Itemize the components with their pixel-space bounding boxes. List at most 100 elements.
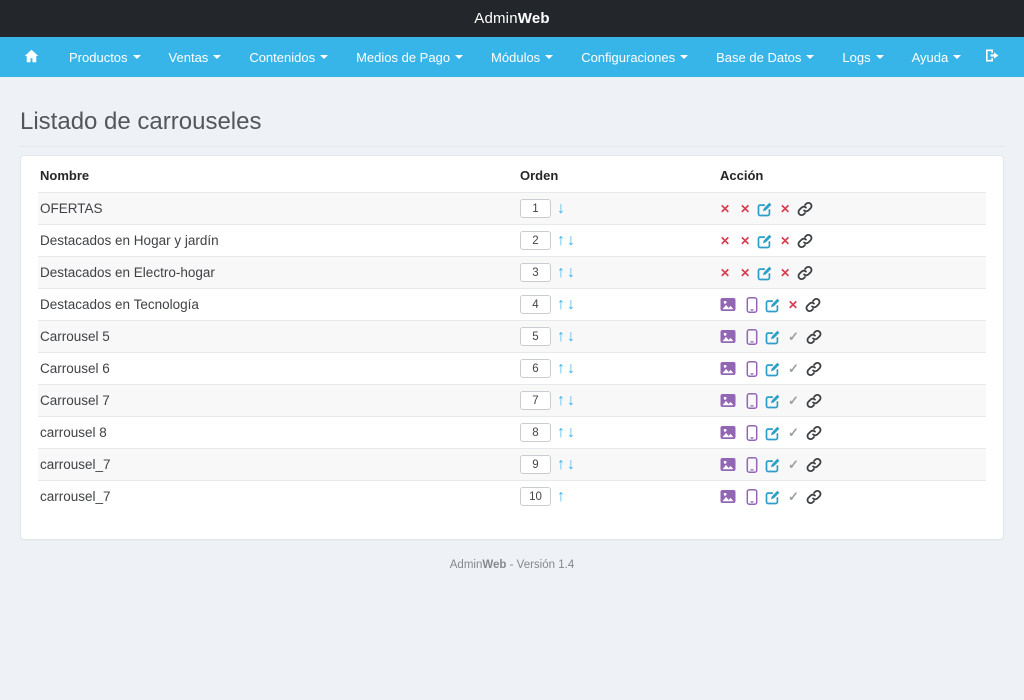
link-icon[interactable] <box>805 297 821 313</box>
order-input[interactable] <box>520 327 551 346</box>
table-row: Destacados en Tecnología↑↓✕ <box>38 289 986 321</box>
image-icon[interactable] <box>720 425 736 440</box>
link-icon[interactable] <box>797 201 813 217</box>
check-icon[interactable]: ✓ <box>788 458 799 471</box>
delete-icon[interactable]: ✕ <box>788 299 798 311</box>
logout-icon <box>984 48 1000 66</box>
link-icon[interactable] <box>806 425 822 441</box>
check-icon[interactable]: ✓ <box>788 490 799 503</box>
nav-item-productos[interactable]: Productos <box>55 37 155 77</box>
mobile-icon[interactable] <box>746 425 758 441</box>
order-input[interactable] <box>520 391 551 410</box>
order-input[interactable] <box>520 423 551 442</box>
order-input[interactable] <box>520 199 551 218</box>
action-cell: ✕ <box>718 289 986 321</box>
image-icon[interactable] <box>720 489 736 504</box>
move-down-button[interactable]: ↓ <box>566 392 576 409</box>
image-icon[interactable] <box>720 361 736 376</box>
move-up-button[interactable]: ↑ <box>556 296 566 313</box>
mobile-icon[interactable] <box>746 297 758 313</box>
edit-icon[interactable] <box>757 233 773 249</box>
nav-item-logs[interactable]: Logs <box>828 37 897 77</box>
link-icon[interactable] <box>797 265 813 281</box>
delete-icon[interactable]: ✕ <box>720 235 730 247</box>
image-icon[interactable] <box>720 457 736 472</box>
link-icon[interactable] <box>806 489 822 505</box>
move-up-button[interactable]: ↑ <box>556 264 566 281</box>
move-down-button[interactable]: ↓ <box>566 232 576 249</box>
link-icon[interactable] <box>806 329 822 345</box>
move-up-button[interactable]: ↑ <box>556 456 566 473</box>
delete-icon[interactable]: ✕ <box>740 203 750 215</box>
logout-button[interactable] <box>980 48 1004 66</box>
edit-icon[interactable] <box>765 393 781 409</box>
edit-icon[interactable] <box>765 297 781 313</box>
mobile-icon[interactable] <box>746 489 758 505</box>
order-input[interactable] <box>520 487 551 506</box>
move-up-button[interactable]: ↑ <box>556 328 566 345</box>
delete-icon[interactable]: ✕ <box>720 203 730 215</box>
edit-icon[interactable] <box>765 361 781 377</box>
edit-icon[interactable] <box>765 425 781 441</box>
mobile-icon[interactable] <box>746 393 758 409</box>
nav-item-modulos[interactable]: Módulos <box>477 37 567 77</box>
move-up-button[interactable]: ↑ <box>556 392 566 409</box>
image-icon[interactable] <box>720 393 736 408</box>
delete-icon[interactable]: ✕ <box>740 267 750 279</box>
edit-icon[interactable] <box>757 201 773 217</box>
home-button[interactable] <box>8 37 55 77</box>
order-input[interactable] <box>520 263 551 282</box>
chevron-down-icon <box>213 55 221 59</box>
move-down-button[interactable]: ↓ <box>566 360 576 377</box>
move-up-button[interactable]: ↑ <box>556 488 566 505</box>
chevron-down-icon <box>680 55 688 59</box>
delete-icon[interactable]: ✕ <box>720 267 730 279</box>
link-icon[interactable] <box>806 361 822 377</box>
move-down-button[interactable]: ↓ <box>566 424 576 441</box>
nav-item-ventas[interactable]: Ventas <box>155 37 236 77</box>
table-row: Destacados en Electro-hogar↑↓✕✕✕ <box>38 257 986 289</box>
edit-icon[interactable] <box>757 265 773 281</box>
nav-item-medios-de-pago[interactable]: Medios de Pago <box>342 37 477 77</box>
move-up-button[interactable]: ↑ <box>556 424 566 441</box>
nav-item-base-de-datos[interactable]: Base de Datos <box>702 37 828 77</box>
link-icon[interactable] <box>806 457 822 473</box>
mobile-icon[interactable] <box>746 361 758 377</box>
delete-icon[interactable]: ✕ <box>740 235 750 247</box>
delete-icon[interactable]: ✕ <box>780 203 790 215</box>
check-icon[interactable]: ✓ <box>788 330 799 343</box>
footer-brand-prefix: Admin <box>450 559 483 571</box>
image-icon[interactable] <box>720 297 736 312</box>
order-input[interactable] <box>520 455 551 474</box>
column-header-accion: Acción <box>718 158 986 193</box>
delete-icon[interactable]: ✕ <box>780 235 790 247</box>
link-icon[interactable] <box>806 393 822 409</box>
order-cell: ↑ <box>518 481 718 513</box>
order-input[interactable] <box>520 295 551 314</box>
delete-icon[interactable]: ✕ <box>780 267 790 279</box>
edit-icon[interactable] <box>765 329 781 345</box>
link-icon[interactable] <box>797 233 813 249</box>
move-down-button[interactable]: ↓ <box>556 200 566 217</box>
footer-version: - Versión 1.4 <box>506 559 574 571</box>
move-up-button[interactable]: ↑ <box>556 232 566 249</box>
check-icon[interactable]: ✓ <box>788 426 799 439</box>
move-up-button[interactable]: ↑ <box>556 360 566 377</box>
move-down-button[interactable]: ↓ <box>566 328 576 345</box>
nav-item-ayuda[interactable]: Ayuda <box>898 37 976 77</box>
edit-icon[interactable] <box>765 457 781 473</box>
check-icon[interactable]: ✓ <box>788 362 799 375</box>
move-down-button[interactable]: ↓ <box>566 296 576 313</box>
mobile-icon[interactable] <box>746 329 758 345</box>
mobile-icon[interactable] <box>746 457 758 473</box>
order-cell: ↑↓ <box>518 289 718 321</box>
nav-item-contenidos[interactable]: Contenidos <box>235 37 342 77</box>
nav-item-configuraciones[interactable]: Configuraciones <box>567 37 702 77</box>
order-input[interactable] <box>520 359 551 378</box>
image-icon[interactable] <box>720 329 736 344</box>
edit-icon[interactable] <box>765 489 781 505</box>
order-input[interactable] <box>520 231 551 250</box>
move-down-button[interactable]: ↓ <box>566 264 576 281</box>
check-icon[interactable]: ✓ <box>788 394 799 407</box>
move-down-button[interactable]: ↓ <box>566 456 576 473</box>
